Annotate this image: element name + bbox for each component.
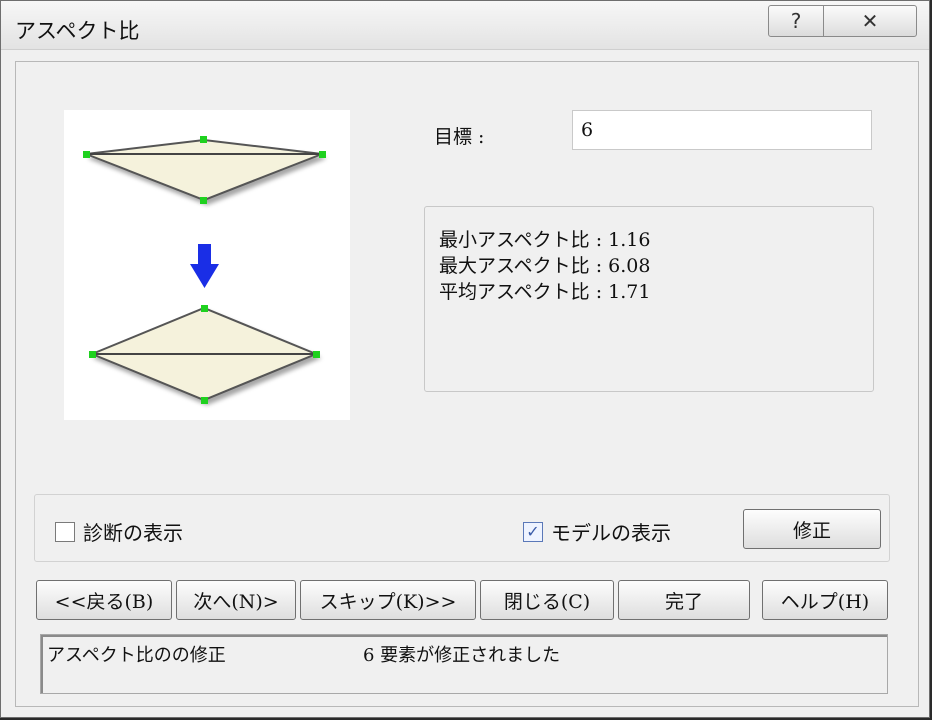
node <box>201 397 208 404</box>
finish-button[interactable]: 完了 <box>618 580 750 620</box>
aspect-ratio-stats-panel: 最小アスペクト比 : 1.16 最大アスペクト比 : 6.08 平均アスペクト比… <box>424 206 874 392</box>
skip-button[interactable]: スキップ(K)>> <box>300 580 476 620</box>
show-diagnostic-label: 診断の表示 <box>83 521 183 545</box>
show-model-checkbox[interactable]: ✓ モデルの表示 <box>523 517 671 546</box>
back-button[interactable]: <<戻る(B) <box>36 580 172 620</box>
min-aspect-ratio: 最小アスペクト比 : 1.16 <box>439 229 651 251</box>
max-aspect-ratio: 最大アスペクト比 : 6.08 <box>439 255 651 277</box>
close-button[interactable]: 閉じる(C) <box>480 580 614 620</box>
element-fix-diagram <box>83 136 326 404</box>
aspect-ratio-dialog: アスペクト比 ? ✕ 目標: 6 最小アスペクト比: 1.16 最大アスペク… <box>0 0 930 718</box>
checkbox-unchecked-icon[interactable] <box>55 521 75 542</box>
window-title: アスペクト比 <box>15 19 140 43</box>
node <box>89 351 96 358</box>
aspect-ratio-illustration <box>64 110 350 420</box>
status-message-box: アスペクト比のの修正 6 要素が修正されました <box>40 634 888 694</box>
help-title-button[interactable]: ? <box>768 5 824 37</box>
avg-aspect-ratio: 平均アスペクト比 : 1.71 <box>439 281 651 303</box>
fix-button[interactable]: 修正 <box>743 509 881 549</box>
show-model-label: モデルの表示 <box>551 521 671 545</box>
target-input[interactable] <box>572 110 872 150</box>
status-result-text: 6 要素が修正されました <box>363 645 561 666</box>
next-button[interactable]: 次へ(N)> <box>176 580 296 620</box>
close-title-button[interactable]: ✕ <box>823 5 917 37</box>
target-label: 目標 : <box>434 126 485 148</box>
dialog-body: 目標 : 最小アスペクト比 : 1.16 最大アスペクト比 : 6.08 平均ア… <box>15 61 919 707</box>
help-button[interactable]: ヘルプ(H) <box>762 580 888 620</box>
down-arrow-icon <box>190 244 219 288</box>
display-options-group: 診断の表示 ✓ モデルの表示 修正 <box>34 494 890 562</box>
close-icon: ✕ <box>861 9 879 33</box>
question-mark-icon: ? <box>790 9 802 33</box>
node <box>200 197 207 204</box>
node <box>83 151 90 158</box>
node <box>319 151 326 158</box>
node <box>201 305 208 312</box>
poor-element-shape <box>85 138 323 202</box>
status-operation-text: アスペクト比のの修正 <box>47 645 226 666</box>
show-diagnostic-checkbox[interactable]: 診断の表示 <box>55 517 183 546</box>
node <box>200 136 207 143</box>
title-bar: アスペクト比 ? ✕ <box>1 1 929 50</box>
node <box>313 351 320 358</box>
checkbox-checked-icon[interactable]: ✓ <box>523 521 543 542</box>
